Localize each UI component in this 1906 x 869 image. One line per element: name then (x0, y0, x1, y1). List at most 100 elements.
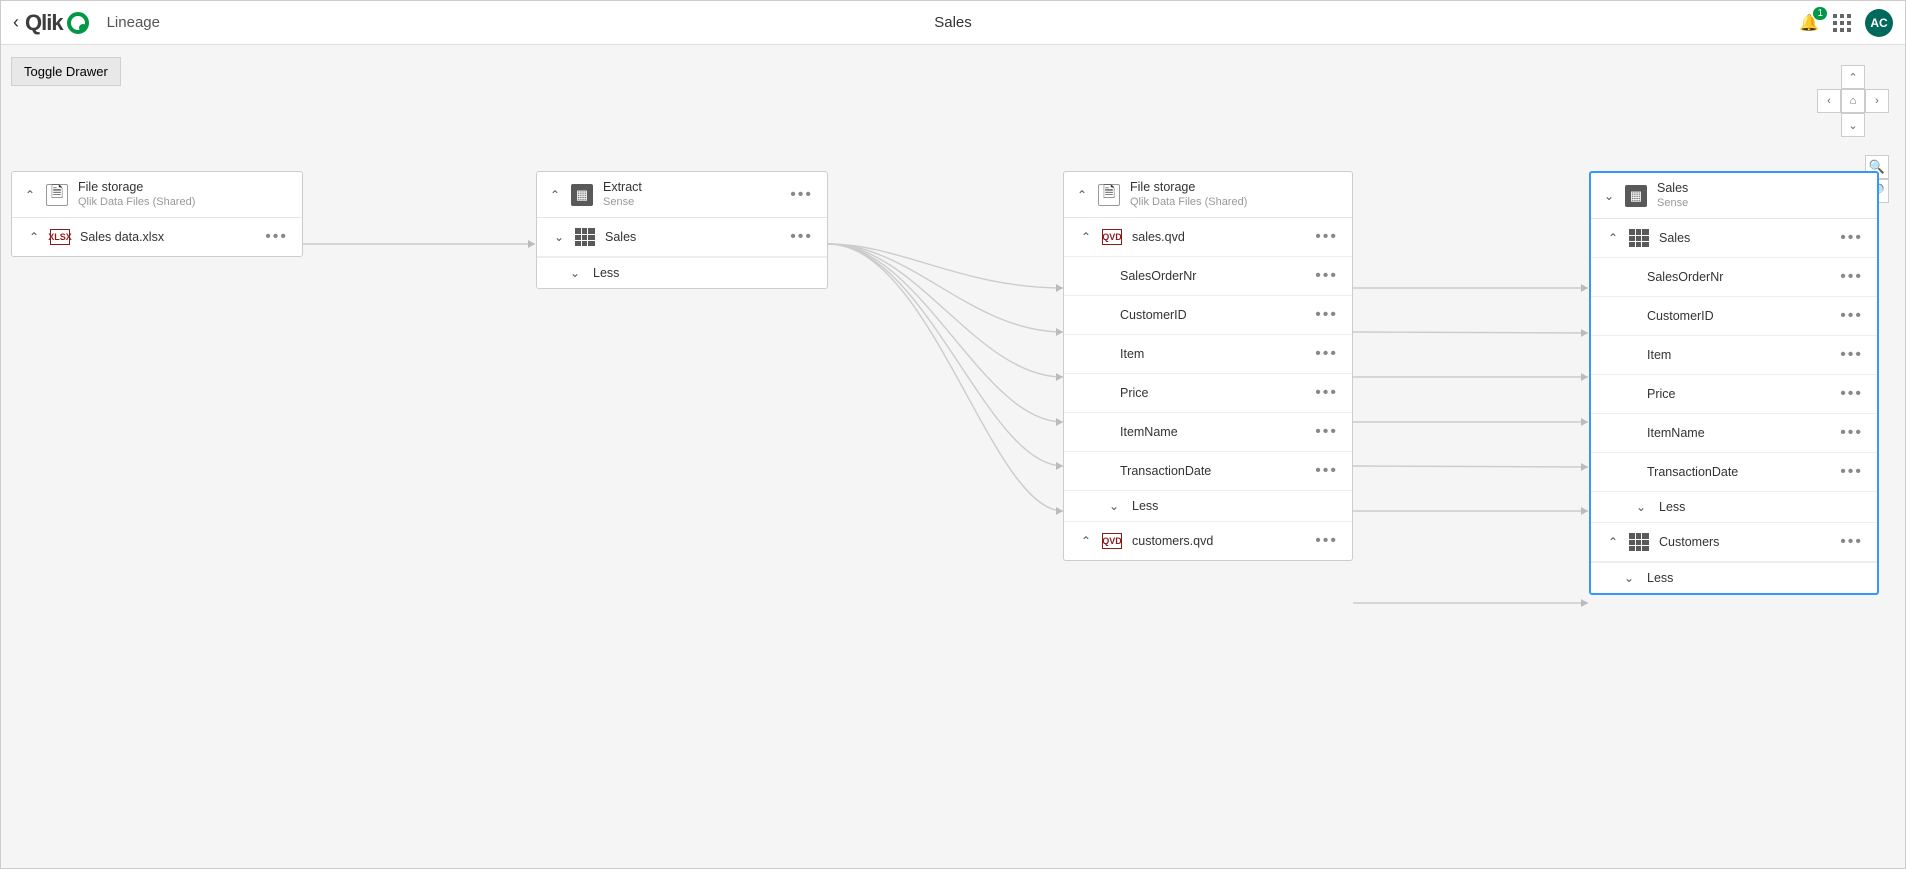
field-row[interactable]: ItemName••• (1591, 414, 1877, 453)
node-title: Sales (1657, 181, 1688, 196)
table-icon (1629, 533, 1649, 551)
pan-home-button[interactable]: ⌂ (1841, 89, 1865, 113)
collapse-icon[interactable]: ⌃ (22, 188, 38, 202)
more-button[interactable]: ••• (786, 228, 817, 246)
more-button[interactable]: ••• (1311, 228, 1342, 246)
expand-icon[interactable]: ⌃ (1078, 230, 1094, 244)
collapse-icon[interactable]: ⌃ (1074, 188, 1090, 202)
node-subtitle: Qlik Data Files (Shared) (1130, 195, 1247, 209)
file-label: sales.qvd (1132, 230, 1185, 244)
more-button[interactable]: ••• (1836, 346, 1867, 364)
more-button[interactable]: ••• (1311, 532, 1342, 550)
more-button[interactable]: ••• (1836, 229, 1867, 247)
field-row[interactable]: SalesOrderNr••• (1064, 257, 1352, 296)
field-row[interactable]: TransactionDate••• (1591, 453, 1877, 492)
node-subtitle: Sense (603, 195, 642, 209)
qlik-q-icon (67, 12, 89, 34)
more-button[interactable]: ••• (786, 186, 817, 204)
chevron-down-icon: ⌄ (1633, 500, 1649, 514)
more-button[interactable]: ••• (1836, 385, 1867, 403)
page-name: Lineage (107, 14, 160, 31)
more-button[interactable]: ••• (1311, 267, 1342, 285)
pan-controls: ⌃ ‹ ⌂ › ⌄ (1817, 65, 1889, 137)
app-launcher-button[interactable] (1833, 14, 1851, 32)
field-row[interactable]: TransactionDate••• (1064, 452, 1352, 491)
collapse-icon[interactable]: ⌃ (547, 188, 563, 202)
node-file-storage-1[interactable]: ⌃ File storage Qlik Data Files (Shared) … (11, 171, 303, 257)
expand-icon[interactable]: ⌃ (26, 230, 42, 244)
xlsx-icon: XLSX (50, 229, 70, 245)
field-row[interactable]: ItemName••• (1064, 413, 1352, 452)
less-toggle[interactable]: ⌄Less (1064, 491, 1352, 522)
field-row[interactable]: Item••• (1064, 335, 1352, 374)
field-row[interactable]: SalesOrderNr••• (1591, 258, 1877, 297)
more-button[interactable]: ••• (1836, 424, 1867, 442)
more-button[interactable]: ••• (1836, 533, 1867, 551)
lineage-canvas[interactable]: Toggle Drawer ⌃ ‹ ⌂ › ⌄ 🔍 🔎 ⌃ (1, 45, 1905, 868)
pan-left-button[interactable]: ‹ (1817, 89, 1841, 113)
field-row[interactable]: Price••• (1064, 374, 1352, 413)
less-toggle[interactable]: ⌄Less (1591, 562, 1877, 593)
more-button[interactable]: ••• (1311, 306, 1342, 324)
expand-icon[interactable]: ⌃ (1078, 534, 1094, 548)
chevron-down-icon: ⌄ (1621, 571, 1637, 585)
more-button[interactable]: ••• (1311, 423, 1342, 441)
notifications-button[interactable]: 🔔1 (1799, 13, 1819, 33)
back-button[interactable]: ‹ (13, 12, 19, 33)
more-button[interactable]: ••• (1836, 268, 1867, 286)
field-row[interactable]: CustomerID••• (1064, 296, 1352, 335)
top-bar: ‹ Qlik Lineage Sales 🔔1 AC (1, 1, 1905, 45)
less-toggle[interactable]: ⌄Less (1591, 492, 1877, 523)
chevron-down-icon: ⌄ (1106, 499, 1122, 513)
field-row[interactable]: Item••• (1591, 336, 1877, 375)
qlik-logo[interactable]: Qlik (25, 10, 89, 36)
collapse-icon[interactable]: ⌄ (1601, 189, 1617, 203)
expand-icon[interactable]: ⌄ (551, 230, 567, 244)
file-row[interactable]: ⌃ QVD sales.qvd ••• (1064, 218, 1352, 257)
table-row[interactable]: ⌃ Sales ••• (1591, 219, 1877, 258)
user-avatar[interactable]: AC (1865, 9, 1893, 37)
expand-icon[interactable]: ⌃ (1605, 535, 1621, 549)
file-icon (1098, 184, 1120, 206)
pan-right-button[interactable]: › (1865, 89, 1889, 113)
more-button[interactable]: ••• (1311, 345, 1342, 363)
field-row[interactable]: CustomerID••• (1591, 297, 1877, 336)
app-icon (1625, 185, 1647, 207)
table-label: Sales (605, 230, 636, 244)
table-icon (1629, 229, 1649, 247)
more-button[interactable]: ••• (1836, 463, 1867, 481)
file-label: customers.qvd (1132, 534, 1213, 548)
table-label: Sales (1659, 231, 1690, 245)
node-sales-app[interactable]: ⌄ Sales Sense ⌃ Sales ••• SalesOrderNr••… (1589, 171, 1879, 595)
node-title: Extract (603, 180, 642, 195)
file-row[interactable]: ⌃ XLSX Sales data.xlsx ••• (12, 218, 302, 256)
pan-up-button[interactable]: ⌃ (1841, 65, 1865, 89)
more-button[interactable]: ••• (1311, 462, 1342, 480)
notification-badge: 1 (1813, 7, 1827, 20)
pan-down-button[interactable]: ⌄ (1841, 113, 1865, 137)
file-label: Sales data.xlsx (80, 230, 164, 244)
node-file-storage-2[interactable]: ⌃ File storage Qlik Data Files (Shared) … (1063, 171, 1353, 561)
field-row[interactable]: Price••• (1591, 375, 1877, 414)
more-button[interactable]: ••• (1836, 307, 1867, 325)
app-icon (571, 184, 593, 206)
table-icon (575, 228, 595, 246)
qvd-icon: QVD (1102, 229, 1122, 245)
expand-icon[interactable]: ⌃ (1605, 231, 1621, 245)
chevron-down-icon: ⌄ (567, 266, 583, 280)
toggle-drawer-button[interactable]: Toggle Drawer (11, 57, 121, 86)
qvd-icon: QVD (1102, 533, 1122, 549)
file-icon (46, 184, 68, 206)
table-row[interactable]: ⌃ Customers ••• (1591, 523, 1877, 562)
less-toggle[interactable]: ⌄ Less (537, 257, 827, 288)
node-subtitle: Sense (1657, 196, 1688, 210)
table-row[interactable]: ⌄ Sales ••• (537, 218, 827, 257)
node-extract[interactable]: ⌃ Extract Sense ••• ⌄ Sales ••• ⌄ Less (536, 171, 828, 289)
table-label: Customers (1659, 535, 1719, 549)
more-button[interactable]: ••• (1311, 384, 1342, 402)
node-subtitle: Qlik Data Files (Shared) (78, 195, 195, 209)
more-button[interactable]: ••• (261, 228, 292, 246)
file-row[interactable]: ⌃ QVD customers.qvd ••• (1064, 522, 1352, 560)
node-title: File storage (78, 180, 195, 195)
page-title: Sales (934, 14, 972, 31)
